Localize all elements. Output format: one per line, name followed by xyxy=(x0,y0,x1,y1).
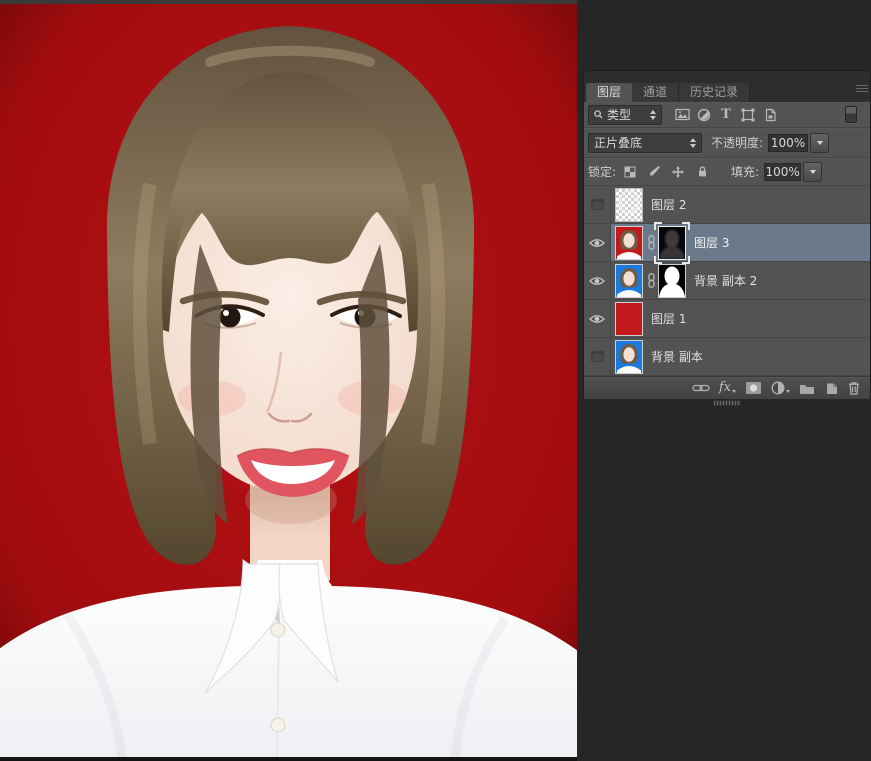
blend-mode-row: 正片叠底 不透明度: 100% xyxy=(584,128,870,158)
layer-name: 图层 2 xyxy=(651,196,686,213)
visibility-cell[interactable] xyxy=(584,338,611,375)
layer-name: 图层 1 xyxy=(651,310,686,327)
visibility-empty-well xyxy=(591,351,604,362)
fill-label: 填充: xyxy=(731,163,759,180)
panel-menu-icon[interactable] xyxy=(856,83,868,94)
caret-down-icon xyxy=(732,390,736,393)
caret-down-icon xyxy=(810,170,816,174)
opacity-dropdown-button[interactable] xyxy=(810,133,829,153)
tab-history[interactable]: 历史记录 xyxy=(679,83,750,102)
lock-image-pixels-brush-icon[interactable] xyxy=(646,164,662,180)
caret-down-icon xyxy=(786,390,790,393)
visibility-cell[interactable] xyxy=(584,224,611,261)
filter-type-layers-icon[interactable]: T xyxy=(718,107,734,123)
portrait-photo xyxy=(0,4,577,757)
lock-position-move-icon[interactable] xyxy=(670,164,686,180)
eye-icon xyxy=(589,238,605,248)
layer-row[interactable]: 图层 1 xyxy=(584,300,870,338)
layer-mask-thumbnail[interactable] xyxy=(659,265,685,297)
lock-transparent-pixels-icon[interactable] xyxy=(622,164,638,180)
layer-thumbnail[interactable] xyxy=(616,341,642,373)
search-icon xyxy=(594,110,603,119)
select-spinner-icon xyxy=(690,138,696,148)
layer-list: 图层 2 图层 3 xyxy=(584,186,870,376)
filter-kind-select[interactable]: 类型 xyxy=(588,105,662,125)
blend-mode-select[interactable]: 正片叠底 xyxy=(588,133,702,153)
mask-link-chain-icon xyxy=(647,273,656,288)
layer-thumbnail[interactable] xyxy=(616,265,642,297)
filter-adjustment-layers-icon[interactable] xyxy=(696,107,712,123)
mask-link-chain-icon xyxy=(647,235,656,250)
layer-name: 背景 副本 2 xyxy=(694,272,757,289)
lock-row: 锁定: 填充: 100% xyxy=(584,158,870,186)
tab-layers[interactable]: 图层 xyxy=(586,83,632,102)
select-spinner-icon xyxy=(650,110,656,120)
lock-all-padlock-icon[interactable] xyxy=(694,164,710,180)
visibility-empty-well xyxy=(591,199,604,210)
layers-panel: 图层 通道 历史记录 类型 T xyxy=(583,70,871,399)
layer-filter-row: 类型 T xyxy=(584,102,870,128)
layer-thumbnail[interactable] xyxy=(616,189,642,221)
lock-label: 锁定: xyxy=(588,163,616,180)
layer-row[interactable]: 背景 副本 xyxy=(584,338,870,376)
panel-tab-bar: 图层 通道 历史记录 xyxy=(584,71,870,102)
filter-kind-value: 类型 xyxy=(607,106,631,123)
caret-down-icon xyxy=(817,141,823,145)
tab-channels[interactable]: 通道 xyxy=(632,83,679,102)
layer-mask-thumbnail[interactable] xyxy=(659,227,685,259)
eye-icon xyxy=(589,276,605,286)
layer-row[interactable]: 图层 2 xyxy=(584,186,870,224)
new-group-folder-button[interactable] xyxy=(799,382,815,395)
delete-layer-trash-button[interactable] xyxy=(847,381,861,395)
visibility-cell[interactable] xyxy=(584,186,611,223)
layer-thumbnail[interactable] xyxy=(616,303,642,335)
filter-pixel-layers-icon[interactable] xyxy=(674,107,690,123)
layer-thumbnail[interactable] xyxy=(616,227,642,259)
eye-icon xyxy=(589,314,605,324)
fill-dropdown-button[interactable] xyxy=(803,162,822,182)
filter-smart-objects-icon[interactable] xyxy=(762,107,778,123)
canvas-bottom-strip xyxy=(0,757,577,761)
visibility-cell[interactable] xyxy=(584,262,611,299)
document-canvas[interactable] xyxy=(0,0,577,761)
layer-name: 背景 副本 xyxy=(651,348,703,365)
fill-value[interactable]: 100% xyxy=(764,163,801,181)
layer-filtering-toggle[interactable] xyxy=(845,106,857,123)
panel-resize-grip[interactable] xyxy=(713,400,741,406)
layer-row[interactable]: 背景 副本 2 xyxy=(584,262,870,300)
visibility-cell[interactable] xyxy=(584,300,611,337)
layer-row[interactable]: 图层 3 xyxy=(584,224,870,262)
filter-shape-layers-icon[interactable] xyxy=(740,107,756,123)
layer-styles-fx-button[interactable]: fx xyxy=(719,381,736,395)
link-layers-icon[interactable] xyxy=(692,383,710,393)
new-adjustment-layer-button[interactable] xyxy=(771,381,790,395)
panel-footer-toolbar: fx xyxy=(584,376,870,399)
photoshop-workspace: { "panel": { "tabs": [ { "label": "图层", … xyxy=(0,0,871,761)
opacity-label: 不透明度: xyxy=(711,134,763,151)
add-layer-mask-button[interactable] xyxy=(745,381,762,395)
blend-mode-value: 正片叠底 xyxy=(594,134,642,151)
new-layer-button[interactable] xyxy=(824,381,838,395)
opacity-value[interactable]: 100% xyxy=(768,134,808,152)
layer-name: 图层 3 xyxy=(694,234,729,251)
